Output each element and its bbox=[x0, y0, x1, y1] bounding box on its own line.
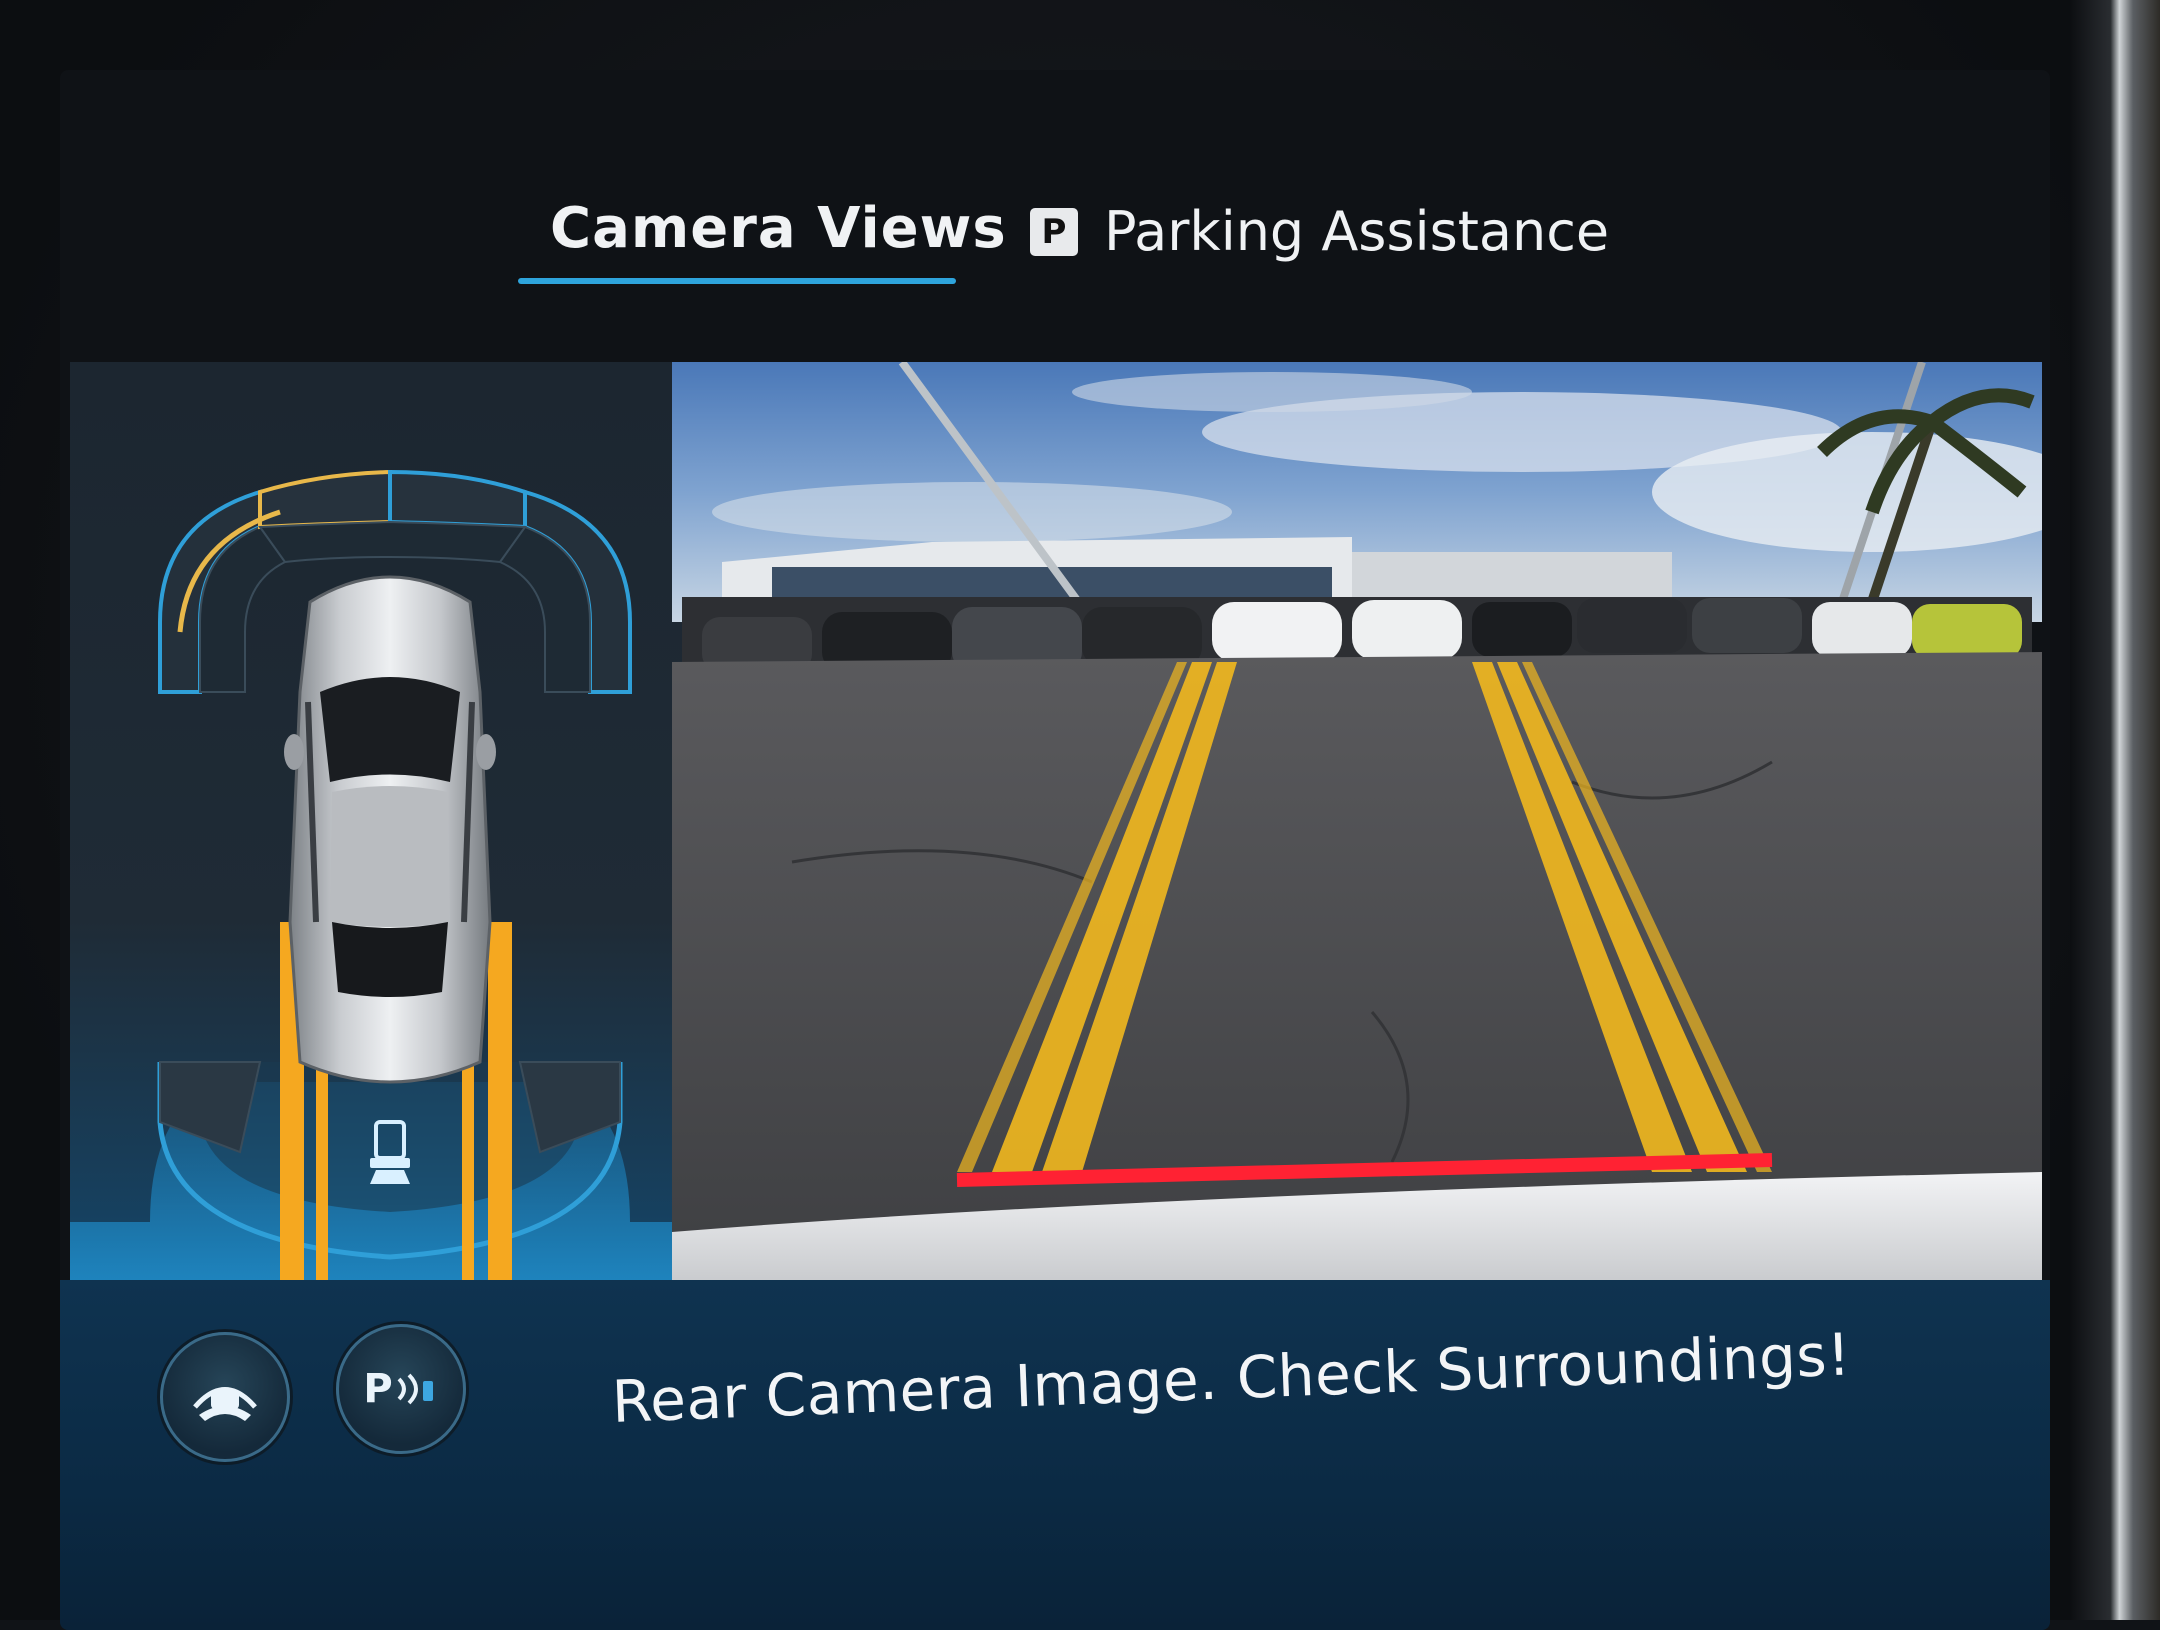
display-frame-edge bbox=[2070, 0, 2160, 1620]
camera-view-toggle-icon bbox=[193, 1387, 257, 1421]
parktronic-label: P bbox=[363, 1366, 393, 1412]
camera-view-toggle-button[interactable] bbox=[160, 1332, 290, 1462]
infotainment-screen: Camera Views P Parking Assistance P Rear… bbox=[60, 70, 2050, 1630]
tab-parking-assistance[interactable]: P Parking Assistance bbox=[1030, 200, 1609, 263]
parking-icon: P bbox=[1030, 207, 1078, 256]
parking-sensor-panel bbox=[70, 362, 710, 1292]
parktronic-button[interactable]: P bbox=[336, 1324, 466, 1454]
tab-parking-assistance-label: Parking Assistance bbox=[1104, 200, 1610, 263]
vehicle-top-view bbox=[284, 575, 496, 1084]
active-tab-indicator bbox=[518, 278, 956, 284]
tab-camera-views-label: Camera Views bbox=[550, 196, 1007, 261]
tab-camera-views[interactable]: Camera Views bbox=[550, 196, 1007, 261]
rear-camera-feed bbox=[672, 362, 2042, 1282]
parking-sensor-icon bbox=[397, 1373, 433, 1405]
